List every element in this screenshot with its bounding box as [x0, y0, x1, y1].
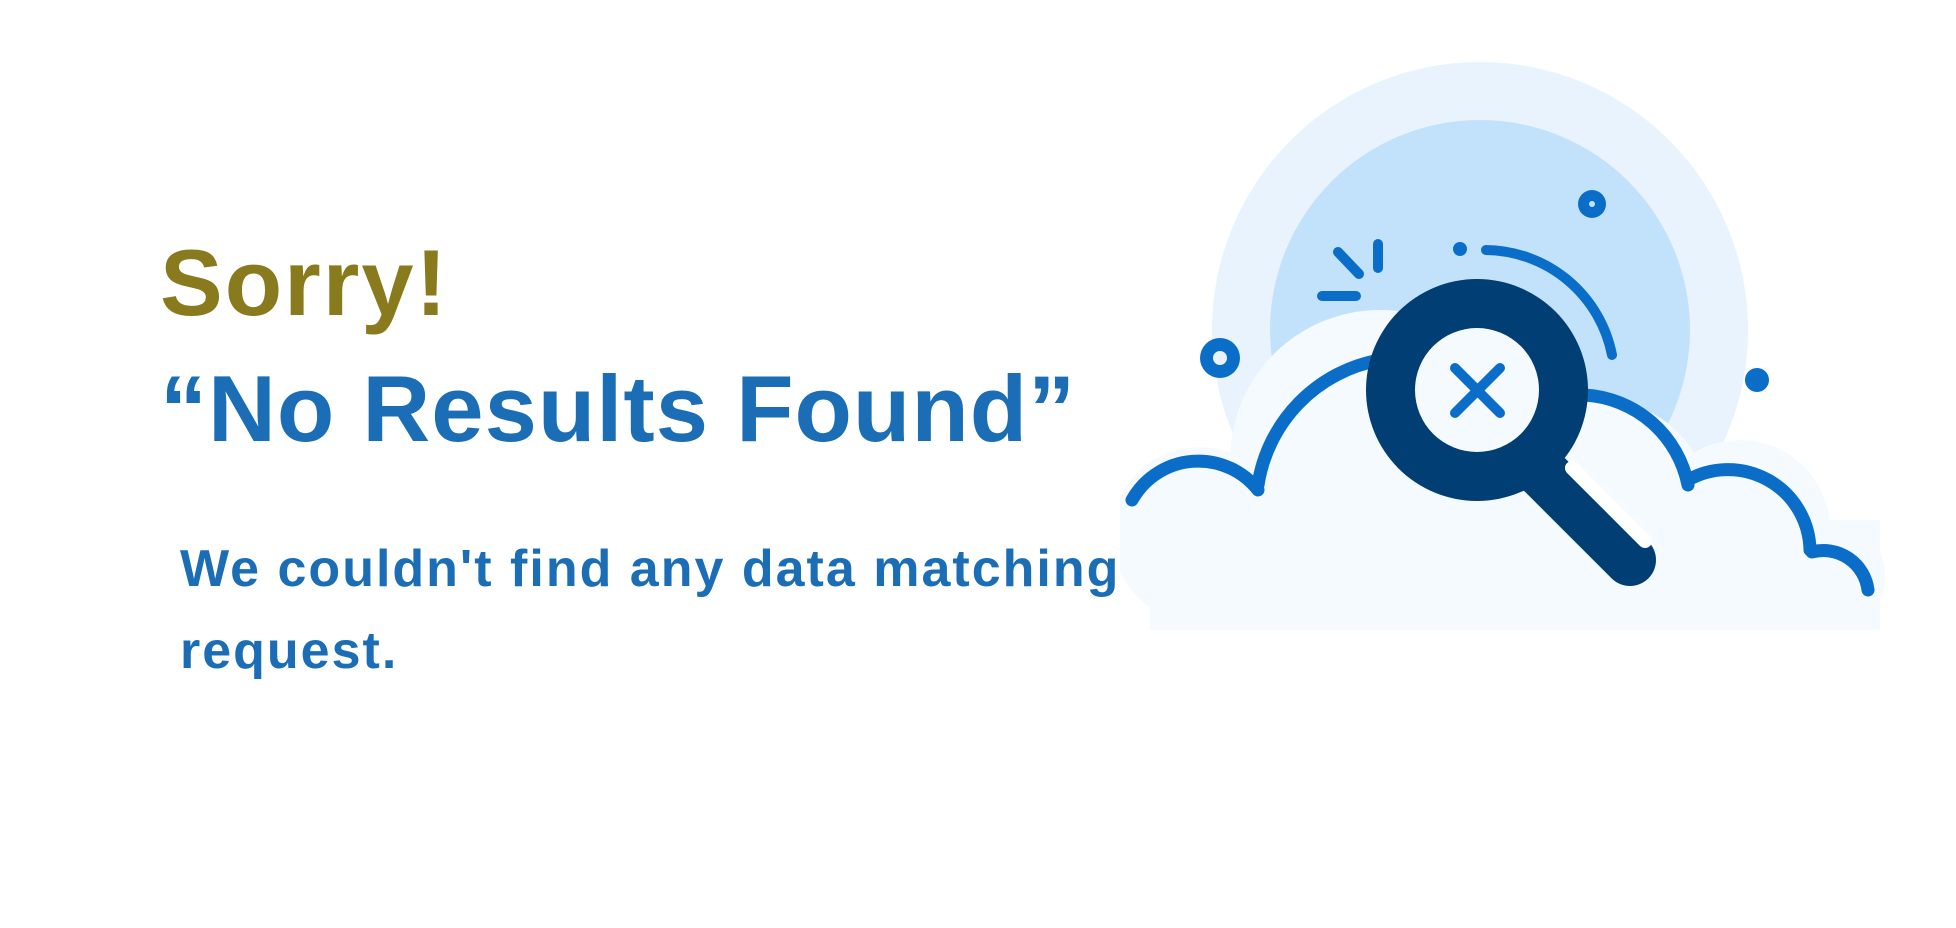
no-results-illustration	[1120, 62, 1885, 630]
sorry-title: Sorry!	[160, 230, 449, 335]
no-results-headline: “No Results Found”	[160, 356, 1077, 461]
